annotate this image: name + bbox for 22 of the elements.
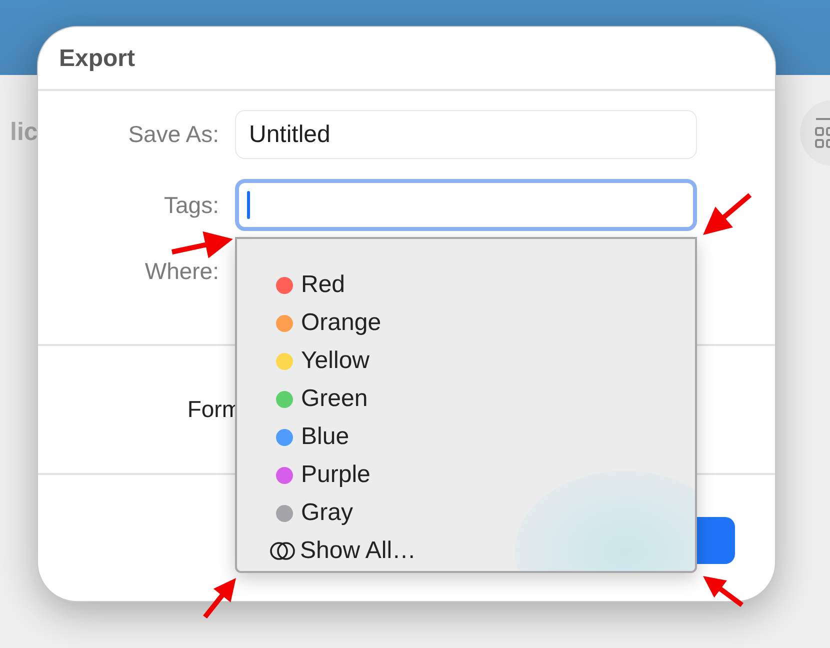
menu-item[interactable]: Purple bbox=[273, 459, 695, 491]
field-label: Tags: bbox=[164, 192, 219, 218]
menu-item[interactable]: Red bbox=[273, 269, 695, 301]
menu-item[interactable]: Gray bbox=[273, 497, 695, 529]
menu-item[interactable]: Blue bbox=[273, 421, 695, 453]
menu-item[interactable]: Yellow bbox=[273, 345, 695, 377]
menu-item[interactable]: Show All… bbox=[273, 535, 695, 567]
app-label: lic bbox=[10, 118, 38, 147]
field-label: Save As: bbox=[128, 121, 219, 147]
menu-item[interactable]: Green bbox=[273, 383, 695, 415]
annotation-arrow bbox=[703, 576, 744, 607]
text-field[interactable] bbox=[235, 179, 697, 231]
annotation-arrow bbox=[203, 578, 236, 619]
annotation-arrow bbox=[171, 231, 233, 258]
dialog-title: Export bbox=[58, 44, 136, 74]
text-cursor bbox=[247, 191, 250, 219]
field-label: Where: bbox=[144, 258, 219, 284]
annotation-arrow bbox=[703, 193, 752, 235]
text-field[interactable]: Untitled bbox=[235, 110, 697, 159]
overlapping-circles-icon bbox=[270, 541, 296, 561]
menu-item[interactable]: Orange bbox=[273, 307, 695, 339]
grid-icon bbox=[814, 116, 830, 150]
